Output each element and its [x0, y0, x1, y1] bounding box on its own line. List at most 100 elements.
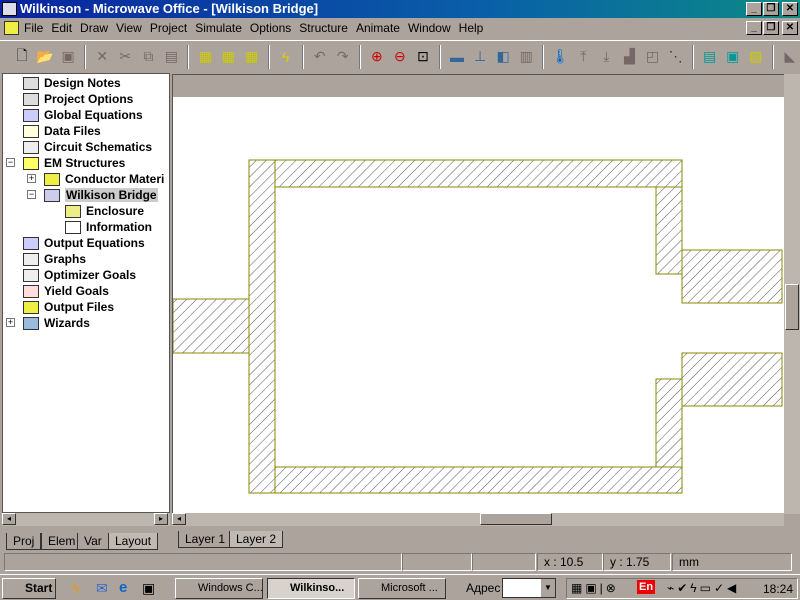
redo-icon[interactable]: ↷ — [333, 46, 353, 67]
add-em-icon[interactable]: ▦ — [219, 46, 239, 67]
delete-icon[interactable]: ✕ — [92, 46, 112, 67]
restore-button[interactable]: ❐ — [763, 2, 779, 16]
task-label: Windows C... — [198, 582, 263, 594]
zoom-out-icon[interactable]: ⊖ — [390, 46, 410, 67]
scroll-right-button[interactable]: ▸ — [154, 513, 168, 525]
tab-proj[interactable]: Proj — [6, 533, 42, 550]
cut-icon[interactable]: ✂ — [115, 46, 135, 67]
ie-icon[interactable]: e — [119, 579, 127, 596]
language-indicator[interactable]: En — [637, 580, 656, 594]
tree-item[interactable]: Enclosure — [65, 203, 144, 219]
menu-draw[interactable]: Draw — [80, 21, 108, 35]
tree-item-label: Design Notes — [44, 76, 121, 90]
minimize-button[interactable]: _ — [746, 2, 762, 16]
paste-icon[interactable]: ▤ — [161, 46, 181, 67]
hscroll-thumb[interactable] — [480, 513, 552, 525]
tree-item[interactable]: Wilkison Bridge — [44, 187, 158, 203]
zoom-in-icon[interactable]: ⊕ — [367, 46, 387, 67]
tree-item[interactable]: Design Notes — [23, 75, 121, 91]
shape-icon[interactable]: ◣ — [780, 46, 800, 67]
tree-item[interactable]: Output Equations — [23, 235, 145, 251]
task-microsoft[interactable]: Microsoft ... — [358, 578, 446, 599]
tab-layout[interactable]: Layout — [108, 533, 159, 550]
undo-icon[interactable]: ↶ — [310, 46, 330, 67]
hscroll-left-button[interactable]: ◂ — [172, 513, 186, 525]
tree-hscrollbar[interactable]: ◂ ▸ — [2, 513, 170, 526]
save-icon[interactable]: ▣ — [58, 46, 78, 67]
task-wilkinson[interactable]: Wilkinso... — [267, 578, 355, 599]
menu-edit[interactable]: Edit — [51, 21, 72, 35]
tray-icons-2[interactable]: ⌁✔ϟ▭✓◀ — [667, 581, 739, 595]
tree-item-label: Project Options — [44, 92, 134, 106]
open-icon[interactable]: 📂 — [35, 46, 55, 67]
tree-item[interactable]: Output Files — [23, 299, 114, 315]
system-tray: En ▦▣|⊗ ⌁✔ϟ▭✓◀ 18:24 — [566, 578, 798, 599]
add-graph-icon[interactable]: ▦ — [242, 46, 262, 67]
winamp-icon[interactable]: ϟ — [72, 580, 79, 596]
tab-var[interactable]: Var — [77, 533, 109, 550]
collapse-icon[interactable]: − — [27, 190, 36, 199]
horizontal-scrollbar[interactable]: ◂ — [172, 513, 784, 526]
outlook-icon[interactable]: ✉ — [96, 580, 108, 597]
tree-item[interactable]: EM Structures — [23, 155, 125, 171]
tab-layer-1[interactable]: Layer 1 — [178, 531, 233, 548]
menu-file[interactable]: File — [24, 21, 43, 35]
expand-icon[interactable]: + — [6, 318, 15, 327]
start-label: Start — [25, 581, 53, 595]
menu-simulate[interactable]: Simulate — [195, 21, 242, 35]
layout-canvas[interactable] — [172, 74, 785, 514]
doc-restore-button[interactable]: ❐ — [763, 21, 779, 35]
desktop-icon[interactable]: ▣ — [142, 580, 155, 597]
tree-item[interactable]: Data Files — [23, 123, 101, 139]
tree-item[interactable]: Information — [65, 219, 152, 235]
start-button[interactable]: Start — [2, 578, 56, 599]
rectangle-icon[interactable]: ▬ — [447, 46, 467, 67]
close-button[interactable]: ✕ — [782, 2, 798, 16]
expand-icon[interactable]: + — [27, 174, 36, 183]
3d-view-icon[interactable]: ▤ — [700, 46, 720, 67]
move-up-icon[interactable]: ⤒ — [573, 46, 593, 67]
new-icon[interactable]: 🗋 — [12, 46, 32, 67]
tree-item[interactable]: Yield Goals — [23, 283, 109, 299]
tree-item[interactable]: Optimizer Goals — [23, 267, 136, 283]
menu-window[interactable]: Window — [408, 21, 451, 35]
address-input[interactable]: ▼ — [502, 578, 556, 598]
measure-icon[interactable]: ⋱ — [666, 46, 686, 67]
enclosure-tool-icon[interactable]: ▧ — [746, 46, 766, 67]
view-all-icon[interactable]: ⊡ — [413, 46, 433, 67]
tree-item[interactable]: Global Equations — [23, 107, 143, 123]
vertical-scrollbar[interactable] — [784, 74, 800, 514]
tree-item[interactable]: Graphs — [23, 251, 86, 267]
tree-item[interactable]: Conductor Materi — [44, 171, 164, 187]
polygon-icon[interactable]: ⊥ — [470, 46, 490, 67]
tab-layer-2[interactable]: Layer 2 — [229, 531, 284, 548]
menu-options[interactable]: Options — [250, 21, 291, 35]
address-dropdown-icon[interactable]: ▼ — [541, 579, 555, 597]
tree-item[interactable]: Project Options — [23, 91, 133, 107]
scroll-left-button[interactable]: ◂ — [2, 513, 16, 525]
subtract-icon[interactable]: ▟ — [619, 46, 639, 67]
port-icon[interactable]: ▥ — [516, 46, 536, 67]
collapse-icon[interactable]: − — [6, 158, 15, 167]
tree-item[interactable]: Circuit Schematics — [23, 139, 152, 155]
edit-shape-icon[interactable]: ◰ — [643, 46, 663, 67]
move-down-icon[interactable]: ⤓ — [596, 46, 616, 67]
menu-project[interactable]: Project — [150, 21, 187, 35]
layout-icon[interactable]: ▣ — [723, 46, 743, 67]
copy-icon[interactable]: ⧉ — [138, 46, 158, 67]
task-windows[interactable]: Windows C... — [175, 578, 263, 599]
menu-help[interactable]: Help — [459, 21, 484, 35]
menu-structure[interactable]: Structure — [299, 21, 348, 35]
doc-close-button[interactable]: ✕ — [782, 21, 798, 35]
via-icon[interactable]: ◧ — [493, 46, 513, 67]
menu-animate[interactable]: Animate — [356, 21, 400, 35]
doc-minimize-button[interactable]: _ — [746, 21, 762, 35]
simulate-icon[interactable]: ϟ — [276, 46, 296, 67]
thermometer-icon[interactable]: 🌡 — [550, 46, 570, 67]
menu-view[interactable]: View — [116, 21, 142, 35]
tree-item-label: Yield Goals — [44, 284, 109, 298]
tree-item[interactable]: Wizards — [23, 315, 90, 331]
add-schematic-icon[interactable]: ▦ — [195, 46, 215, 67]
vscroll-thumb[interactable] — [785, 284, 799, 330]
tray-icons[interactable]: ▦▣|⊗ — [571, 581, 619, 595]
